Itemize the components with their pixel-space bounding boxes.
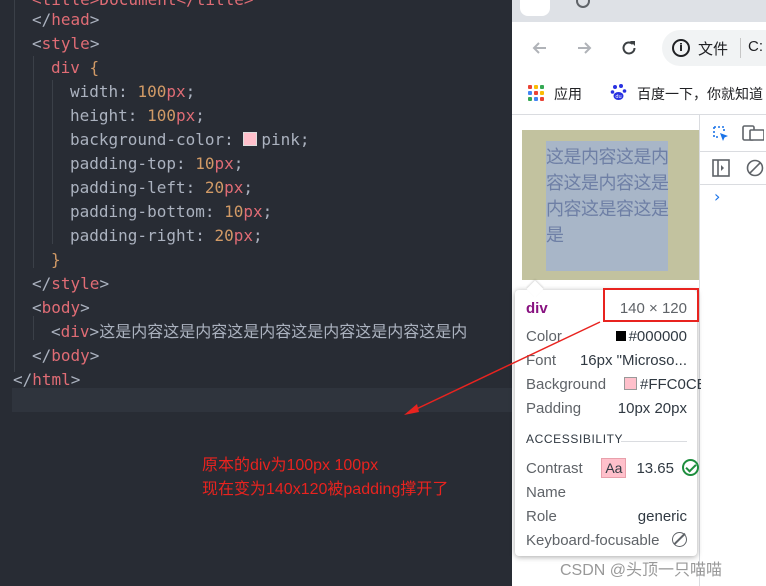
code-line-style-close: </style> xyxy=(32,274,110,293)
code-line-height: height: 100px; xyxy=(70,106,205,125)
role-label: Role xyxy=(526,508,557,525)
indent-guide xyxy=(52,80,53,244)
role-value: generic xyxy=(637,508,687,525)
inspect-element-icon[interactable] xyxy=(712,125,730,143)
indent-guide xyxy=(33,56,34,268)
indent-guide xyxy=(14,0,15,372)
address-divider xyxy=(740,38,741,58)
tab-loading-icon xyxy=(576,0,590,8)
not-focusable-icon xyxy=(672,532,687,547)
accessibility-heading: ACCESSIBILITY xyxy=(526,432,624,446)
contrast-sample: Aa xyxy=(601,458,627,478)
padding-value: 10px 20px xyxy=(617,400,687,417)
section-divider xyxy=(621,441,687,442)
code-line-brace-close: } xyxy=(51,250,61,269)
background-value: #FFC0CB xyxy=(624,374,701,396)
name-label: Name xyxy=(526,484,567,501)
address-scheme-label: 文件 xyxy=(698,41,729,58)
browser-toolbar: i 文件 C: xyxy=(512,22,766,74)
font-value: 16px "Microso... xyxy=(579,352,687,369)
bookmark-apps[interactable]: 应用 xyxy=(554,84,582,104)
code-line-padding-top: padding-top: 10px; xyxy=(70,154,244,173)
sidebar-toggle-icon[interactable] xyxy=(712,159,730,177)
keyboard-focusable-value xyxy=(672,530,687,552)
chevron-right-icon[interactable]: › xyxy=(714,187,720,206)
tooltip-tag: div xyxy=(526,300,548,317)
padding-label: Padding xyxy=(526,400,582,417)
code-line-style-open: <style> xyxy=(32,34,100,53)
background-label: Background xyxy=(526,376,607,393)
annotation-line-1: 原本的div为100px 100px xyxy=(202,457,379,474)
tab-strip xyxy=(512,0,766,22)
devtools-panel: › xyxy=(700,115,766,586)
code-line-padding-right: padding-right: 20px; xyxy=(70,226,263,245)
keyboard-focusable-label: Keyboard-focusable xyxy=(526,532,660,549)
pink-swatch xyxy=(624,377,637,390)
color-swatch[interactable] xyxy=(243,132,258,146)
code-editor[interactable]: <title>Document</title> </head> <style> … xyxy=(0,0,512,586)
inspect-tooltip: div 140 × 120 Color #000000 Font 16px "M… xyxy=(515,290,701,556)
code-line-body-open: <body> xyxy=(32,298,90,317)
svg-text:du: du xyxy=(615,94,621,100)
code-line-bgcolor: background-color: pink; xyxy=(70,130,310,149)
code-line-padding-left: padding-left: 20px; xyxy=(70,178,254,197)
tooltip-row-background: Background #FFC0CB xyxy=(526,374,701,396)
code-line-width: width: 100px; xyxy=(70,82,196,101)
div-text-content: 这是内容这是内容这是内容这是内容这是容这是是 xyxy=(546,147,669,246)
back-arrow-icon xyxy=(532,42,546,54)
address-bar[interactable]: i 文件 C: xyxy=(662,30,766,66)
tooltip-row-keyboard: Keyboard-focusable xyxy=(526,530,687,552)
black-swatch xyxy=(615,331,626,341)
tab[interactable] xyxy=(520,0,550,16)
devtools-toolbar xyxy=(700,115,766,152)
csdn-watermark: CSDN @头顶一只喵喵 xyxy=(560,562,723,579)
check-circle-icon xyxy=(682,459,699,476)
font-label: Font xyxy=(526,352,557,369)
code-line-selector: div { xyxy=(51,58,100,77)
tooltip-row-role: Role generic xyxy=(526,506,687,528)
tooltip-row-name: Name xyxy=(526,482,687,504)
dimensions-highlight-box xyxy=(603,288,699,322)
forward-button[interactable] xyxy=(570,34,598,62)
apps-grid-icon xyxy=(528,85,544,101)
code-line-head-close: </head> xyxy=(32,10,100,29)
bookmark-baidu[interactable]: 百度一下，你就知道 xyxy=(637,84,763,104)
clear-console-icon[interactable] xyxy=(746,159,764,177)
annotation-line-2: 现在变为140x120被padding撑开了 xyxy=(202,481,449,498)
highlighted-div-padding: 这是内容这是内容这是内容这是内容这是容这是是 xyxy=(522,130,699,280)
console-toolbar xyxy=(700,152,766,185)
tooltip-row-font: Font 16px "Microso... xyxy=(526,350,687,372)
contrast-value: Aa 13.65 xyxy=(601,458,699,480)
code-line-body-close: </body> xyxy=(32,346,100,365)
reload-button[interactable] xyxy=(615,34,643,62)
reload-icon xyxy=(622,41,636,55)
baidu-paw-icon: du xyxy=(610,84,627,100)
contrast-label: Contrast xyxy=(526,460,583,477)
tooltip-row-color: Color #000000 xyxy=(526,326,687,348)
bookmarks-bar: 应用 du 百度一下，你就知道 xyxy=(512,74,766,115)
tooltip-row-padding: Padding 10px 20px xyxy=(526,398,687,420)
address-url: C: xyxy=(748,38,763,55)
color-label: Color xyxy=(526,328,562,345)
device-toolbar-icon[interactable] xyxy=(742,125,764,143)
forward-arrow-icon xyxy=(578,42,592,54)
code-line-div: <div>这是内容这是内容这是内容这是内容这是内容这是内 xyxy=(51,322,468,341)
info-icon[interactable]: i xyxy=(672,39,690,57)
back-button[interactable] xyxy=(526,34,554,62)
current-line-highlight xyxy=(12,388,512,412)
color-value: #000000 xyxy=(615,326,687,348)
tooltip-row-contrast: Contrast Aa 13.65 xyxy=(526,458,699,480)
code-line-padding-bottom: padding-bottom: 10px; xyxy=(70,202,273,221)
